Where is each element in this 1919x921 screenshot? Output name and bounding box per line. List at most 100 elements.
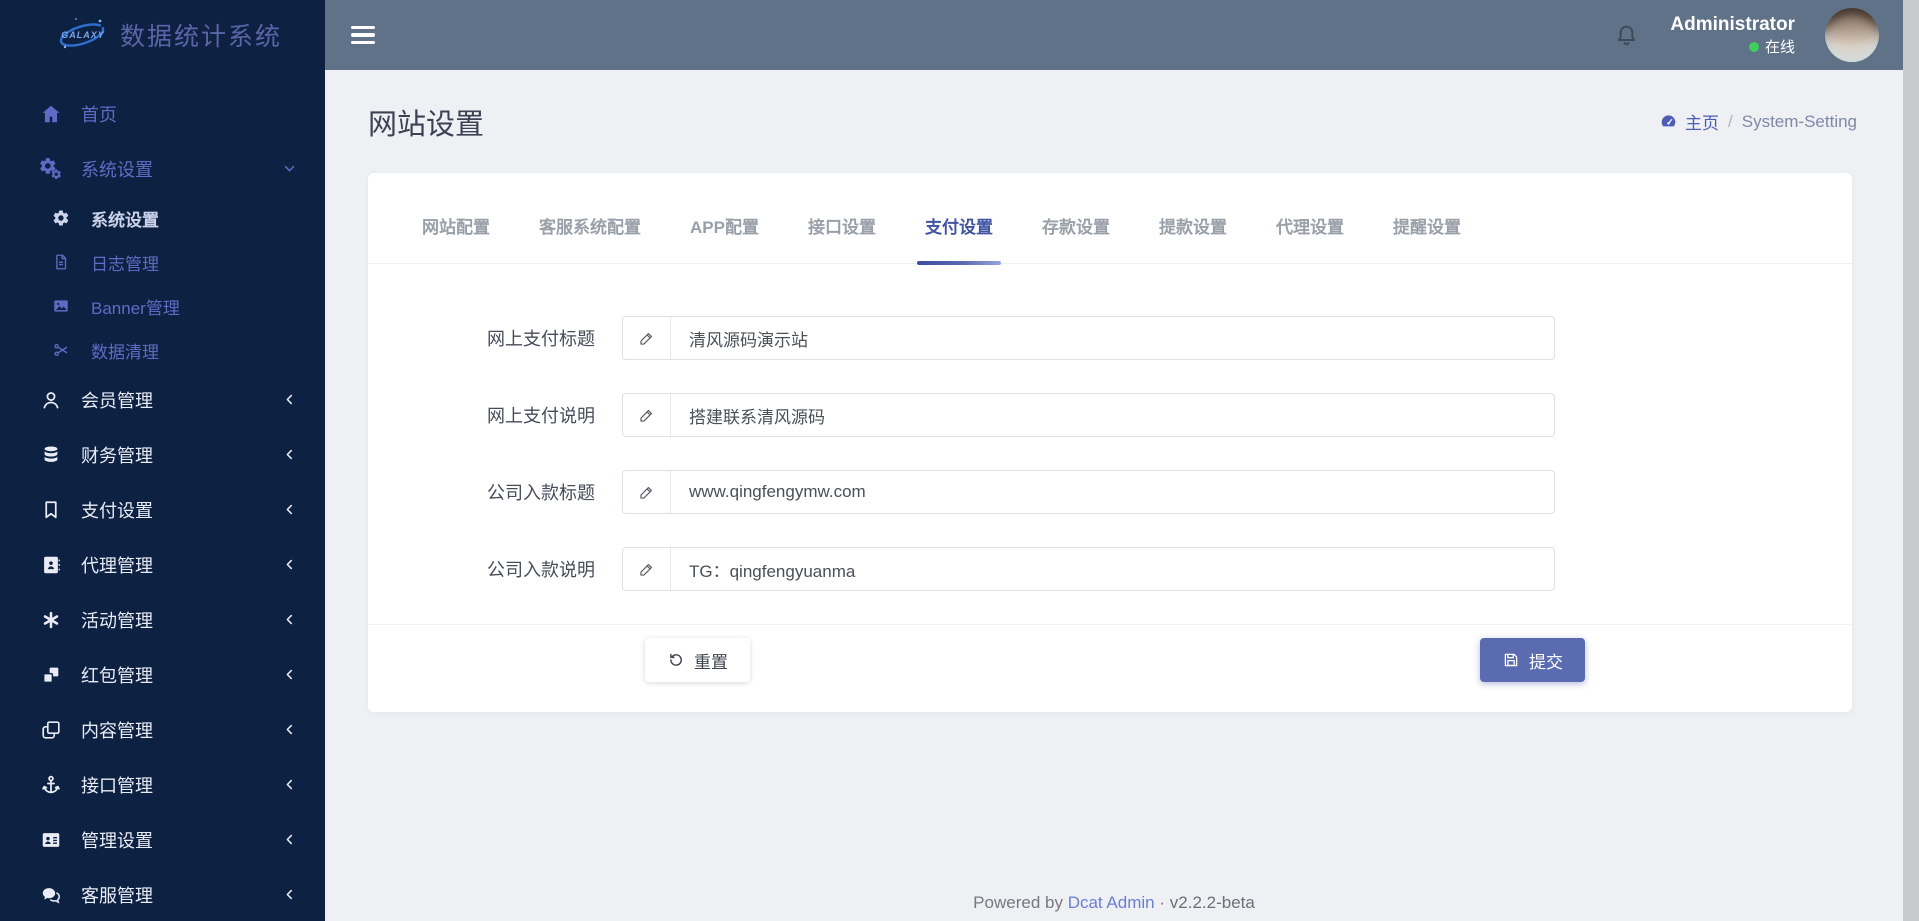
chevron-left-icon <box>281 886 299 904</box>
sidebar-item-label: 管理设置 <box>81 830 153 851</box>
input-online-pay-title[interactable] <box>671 317 1554 359</box>
field-label-company-in-desc: 公司入款说明 <box>487 560 595 580</box>
user-avatar[interactable] <box>1825 8 1879 62</box>
sidebar-menu: 首页 系统设置 系统设置 日志管理 Banner管理 数据清理 会员管理 财务管理 支付设置 代理… <box>0 70 325 921</box>
online-status-dot <box>1748 41 1759 52</box>
comments-icon <box>38 883 64 907</box>
undo-icon <box>670 653 682 666</box>
input-company-in-title[interactable] <box>671 471 1554 513</box>
sidebar-item-admin-setting[interactable]: 管理设置 <box>0 812 325 867</box>
galaxy-logo-icon: GALAXY <box>56 14 108 56</box>
field-row-online-pay-title: 网上支付标题 <box>368 316 1852 360</box>
sidebar-item-label: 首页 <box>81 104 117 125</box>
menu-toggle-icon[interactable] <box>351 26 375 44</box>
sidebar-item-label: Banner管理 <box>91 298 180 318</box>
cogs-icon <box>38 157 64 181</box>
edit-pencil-icon <box>623 471 671 513</box>
tab-remind[interactable]: 提醒设置 <box>1393 173 1461 263</box>
tab-agent[interactable]: 代理设置 <box>1276 173 1344 263</box>
sidebar-item-banner-manage[interactable]: Banner管理 <box>0 284 325 328</box>
page-title: 网站设置 <box>368 108 485 141</box>
input-group-online-pay-title <box>622 316 1555 360</box>
sidebar-item-api-manage[interactable]: 接口管理 <box>0 757 325 812</box>
dashboard-icon <box>1661 115 1676 127</box>
tab-service-system[interactable]: 客服系统配置 <box>539 173 641 263</box>
chevron-left-icon <box>281 446 299 464</box>
sidebar-item-label: 代理管理 <box>81 555 153 576</box>
input-group-online-pay-desc <box>622 393 1555 437</box>
sidebar-item-content-manage[interactable]: 内容管理 <box>0 702 325 757</box>
chevron-left-icon <box>281 666 299 684</box>
user-status-label: 在线 <box>1764 39 1795 57</box>
user-name: Administrator <box>1670 13 1795 35</box>
sidebar-item-label: 系统设置 <box>91 210 159 230</box>
chevron-down-icon <box>281 160 299 178</box>
footer-separator: · <box>1159 893 1166 912</box>
field-label-company-in-title: 公司入款标题 <box>487 483 595 503</box>
input-online-pay-desc[interactable] <box>671 394 1554 436</box>
sidebar-item-label: 支付设置 <box>81 500 153 521</box>
sidebar-item-redpacket-manage[interactable]: 红包管理 <box>0 647 325 702</box>
dcat-admin-link[interactable]: Dcat Admin <box>1068 893 1155 912</box>
field-row-online-pay-desc: 网上支付说明 <box>368 393 1852 437</box>
sidebar-item-label: 活动管理 <box>81 610 153 631</box>
input-company-in-desc[interactable] <box>671 548 1554 590</box>
sidebar-item-activity-manage[interactable]: 活动管理 <box>0 592 325 647</box>
submit-button[interactable]: 提交 <box>1480 638 1585 682</box>
tab-payment[interactable]: 支付设置 <box>916 173 1002 265</box>
image-icon <box>48 294 74 318</box>
edit-pencil-icon <box>623 548 671 590</box>
tab-website[interactable]: 网站配置 <box>422 173 490 263</box>
edit-pencil-icon <box>623 394 671 436</box>
boxes-icon <box>38 663 64 687</box>
settings-form: 网上支付标题网上支付说明公司入款标题公司入款说明 <box>368 264 1852 591</box>
brand: GALAXY 数据统计系统 <box>0 0 325 70</box>
tab-withdraw[interactable]: 提款设置 <box>1159 173 1227 263</box>
input-group-company-in-desc <box>622 547 1555 591</box>
edit-pencil-icon <box>623 317 671 359</box>
tab-app[interactable]: APP配置 <box>690 173 759 263</box>
field-label-online-pay-desc: 网上支付说明 <box>487 406 595 426</box>
sidebar-item-label: 系统设置 <box>81 159 153 180</box>
sidebar-item-label: 会员管理 <box>81 390 153 411</box>
sidebar-item-label: 接口管理 <box>81 775 153 796</box>
breadcrumb-home-link[interactable]: 主页 <box>1659 109 1719 134</box>
chevron-left-icon <box>281 501 299 519</box>
topbar: Administrator 在线 <box>325 0 1919 70</box>
sidebar-item-label: 红包管理 <box>81 665 153 686</box>
sidebar-item-log-manage[interactable]: 日志管理 <box>0 240 325 284</box>
cog-icon <box>48 206 74 230</box>
reset-button[interactable]: 重置 <box>645 638 750 682</box>
breadcrumb-divider: / <box>1728 111 1733 131</box>
chevron-left-icon <box>281 556 299 574</box>
chevron-left-icon <box>281 776 299 794</box>
vertical-scrollbar[interactable] <box>1903 0 1919 921</box>
sidebar-item-agent-manage[interactable]: 代理管理 <box>0 537 325 592</box>
field-label-online-pay-title: 网上支付标题 <box>487 329 595 349</box>
chevron-left-icon <box>281 611 299 629</box>
app-title: 数据统计系统 <box>120 23 283 51</box>
bookmark-icon <box>38 498 64 522</box>
user-menu[interactable]: Administrator 在线 <box>1670 13 1795 58</box>
home-icon <box>38 102 64 126</box>
notification-bell-icon[interactable] <box>1613 22 1640 49</box>
file-icon <box>48 250 74 274</box>
activity-icon <box>38 608 64 632</box>
tab-interface[interactable]: 接口设置 <box>808 173 876 263</box>
chevron-left-icon <box>281 831 299 849</box>
sidebar-item-finance-manage[interactable]: 财务管理 <box>0 427 325 482</box>
sidebar-item-member-manage[interactable]: 会员管理 <box>0 372 325 427</box>
sidebar-item-data-clean[interactable]: 数据清理 <box>0 328 325 372</box>
sidebar-item-system-setting[interactable]: 系统设置 <box>0 196 325 240</box>
sidebar-item-payment-setting[interactable]: 支付设置 <box>0 482 325 537</box>
user-icon <box>38 388 64 412</box>
sidebar-item-service-manage[interactable]: 客服管理 <box>0 867 325 921</box>
sidebar-item-system-settings[interactable]: 系统设置 <box>0 141 325 196</box>
settings-card: 网站配置 客服系统配置 APP配置 接口设置 支付设置 存款设置 提款设置 代理设置 提醒设置 … <box>368 173 1852 712</box>
version-label: v2.2.2-beta <box>1169 893 1255 912</box>
scissors-icon <box>48 338 74 362</box>
tab-deposit[interactable]: 存款设置 <box>1042 173 1110 263</box>
sidebar-item-home[interactable]: 首页 <box>0 86 325 141</box>
id-card-icon <box>38 828 64 852</box>
logo-text: GALAXY <box>61 30 105 40</box>
